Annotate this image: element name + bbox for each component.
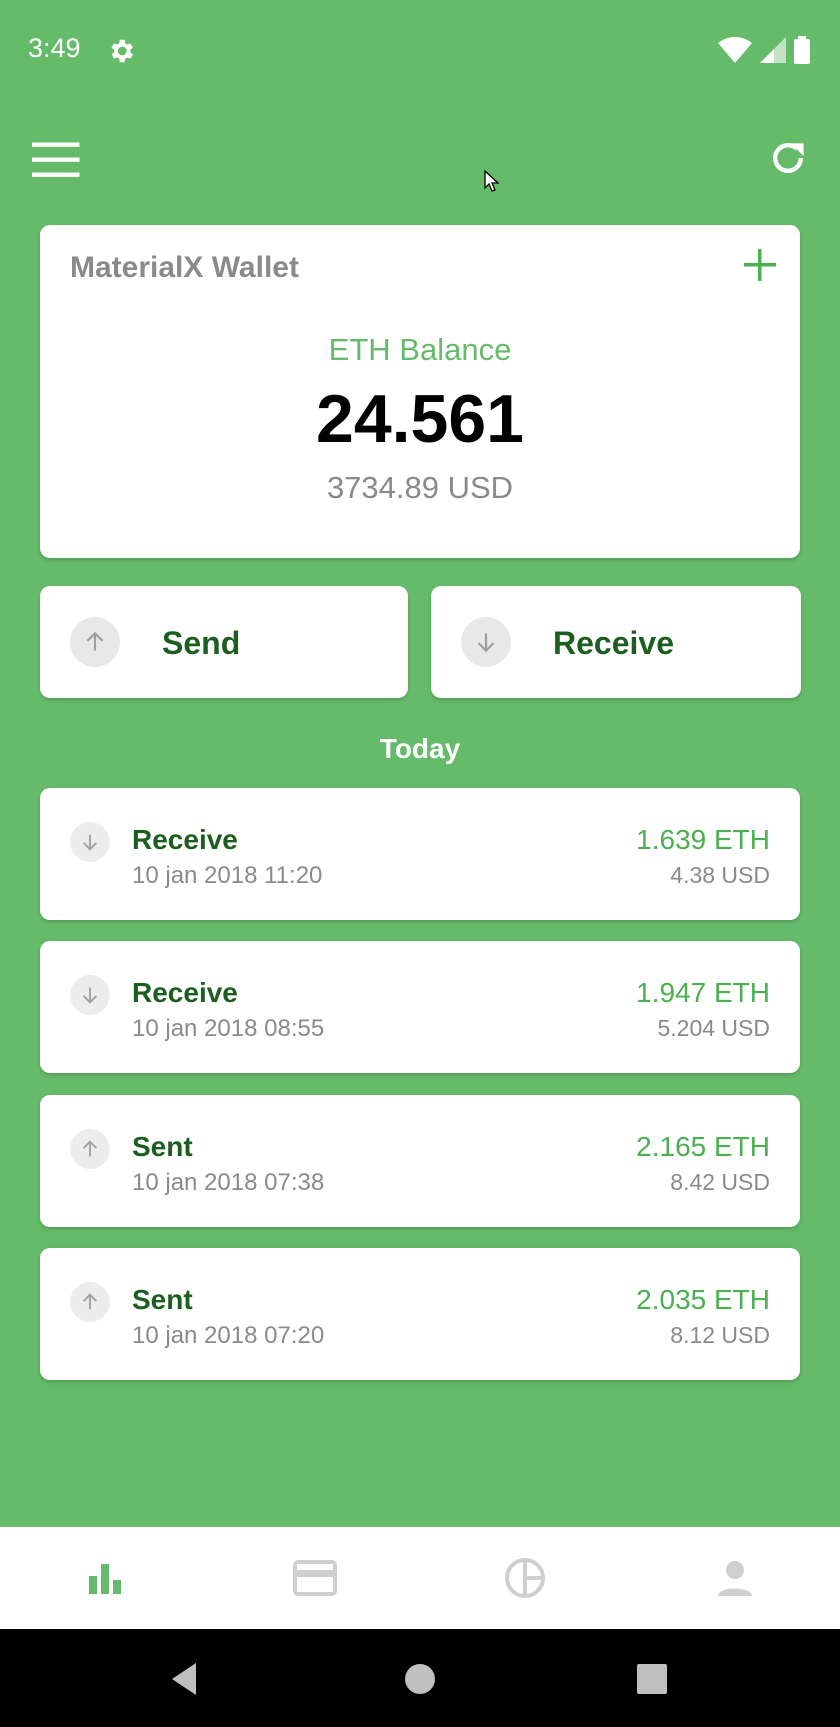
transaction-eth: 1.947 ETH bbox=[636, 977, 770, 1008]
transaction-usd: 8.12 USD bbox=[670, 1322, 770, 1348]
mouse-cursor-icon bbox=[484, 170, 500, 192]
arrow-down-icon bbox=[461, 617, 511, 667]
balance-usd: 3734.89 USD bbox=[326, 470, 514, 505]
transaction-date: 10 jan 2018 08:55 bbox=[132, 1015, 325, 1042]
recents-icon[interactable] bbox=[632, 1659, 672, 1699]
status-bar: 3:49 bbox=[0, 0, 840, 100]
transaction-date: 10 jan 2018 07:20 bbox=[132, 1322, 325, 1349]
wallet-title: MaterialX Wallet bbox=[70, 251, 299, 284]
refresh-icon[interactable] bbox=[766, 136, 810, 180]
transaction-eth: 2.035 ETH bbox=[636, 1284, 770, 1315]
receive-label: Receive bbox=[553, 625, 674, 661]
arrow-up-icon bbox=[70, 617, 120, 667]
menu-icon[interactable] bbox=[32, 140, 82, 180]
send-button[interactable]: Send bbox=[40, 586, 408, 698]
home-icon[interactable] bbox=[400, 1659, 440, 1699]
status-time: 3:49 bbox=[28, 33, 81, 63]
transaction-item[interactable]: Sent 10 jan 2018 07:38 2.165 ETH 8.42 US… bbox=[40, 1095, 800, 1227]
back-icon[interactable] bbox=[166, 1659, 206, 1699]
arrow-down-icon bbox=[70, 822, 110, 862]
balance-value: 24.561 bbox=[316, 381, 524, 457]
transaction-type: Sent bbox=[132, 1284, 193, 1315]
send-label: Send bbox=[162, 625, 241, 661]
transaction-item[interactable]: Receive 10 jan 2018 08:55 1.947 ETH 5.20… bbox=[40, 941, 800, 1073]
receive-button[interactable]: Receive bbox=[431, 586, 801, 698]
battery-icon bbox=[794, 36, 810, 64]
signal-icon bbox=[760, 37, 786, 63]
arrow-up-icon bbox=[70, 1282, 110, 1322]
add-icon[interactable] bbox=[740, 245, 780, 285]
bottom-navigation bbox=[0, 1527, 840, 1629]
transaction-usd: 4.38 USD bbox=[670, 862, 770, 888]
balance-label: ETH Balance bbox=[328, 332, 512, 367]
settings-gear-icon bbox=[111, 39, 133, 63]
arrow-down-icon bbox=[70, 975, 110, 1015]
transaction-eth: 2.165 ETH bbox=[636, 1131, 770, 1162]
transaction-eth: 1.639 ETH bbox=[636, 824, 770, 855]
transaction-item[interactable]: Sent 10 jan 2018 07:20 2.035 ETH 8.12 US… bbox=[40, 1248, 800, 1380]
transaction-type: Sent bbox=[132, 1131, 193, 1162]
transaction-item[interactable]: Receive 10 jan 2018 11:20 1.639 ETH 4.38… bbox=[40, 788, 800, 920]
transaction-date: 10 jan 2018 07:38 bbox=[132, 1169, 325, 1196]
person-icon[interactable] bbox=[710, 1553, 760, 1603]
top-app-bar bbox=[0, 120, 840, 200]
transaction-date: 10 jan 2018 11:20 bbox=[132, 862, 323, 889]
arrow-up-icon bbox=[70, 1129, 110, 1169]
transaction-type: Receive bbox=[132, 824, 238, 855]
card-icon[interactable] bbox=[290, 1553, 340, 1603]
section-title: Today bbox=[379, 733, 461, 764]
wifi-icon bbox=[718, 37, 752, 63]
transaction-type: Receive bbox=[132, 977, 238, 1008]
transaction-usd: 5.204 USD bbox=[657, 1015, 770, 1041]
system-navigation-bar bbox=[0, 1629, 840, 1727]
pie-chart-icon[interactable] bbox=[500, 1553, 550, 1603]
bar-chart-icon[interactable] bbox=[80, 1553, 130, 1603]
status-indicators bbox=[718, 36, 810, 64]
transaction-usd: 8.42 USD bbox=[670, 1169, 770, 1195]
wallet-card: MaterialX Wallet ETH Balance 24.561 3734… bbox=[40, 225, 800, 558]
